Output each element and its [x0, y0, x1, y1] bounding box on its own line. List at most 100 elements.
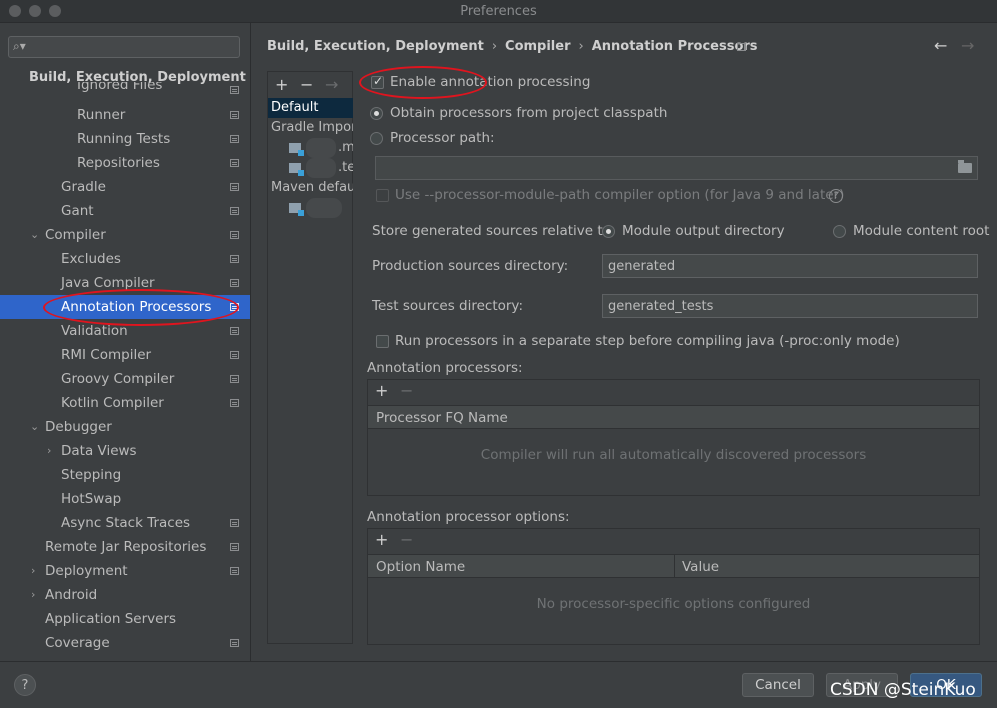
- sidebar-item-compiler[interactable]: ⌄ Compiler: [0, 223, 250, 247]
- obtain-from-classpath-radio[interactable]: [370, 107, 383, 120]
- sidebar-item-validation[interactable]: Validation: [0, 319, 250, 343]
- profile-label: Maven defaul: [271, 180, 353, 195]
- add-option-button[interactable]: +: [375, 530, 388, 549]
- remove-processor-button[interactable]: −: [400, 381, 413, 400]
- processor-path-input[interactable]: [381, 160, 970, 176]
- sidebar-item-label: Compiler: [45, 227, 106, 243]
- sidebar-item-coverage[interactable]: Coverage: [0, 631, 250, 655]
- production-sources-label: Production sources directory:: [372, 258, 569, 274]
- sidebar-item-android[interactable]: › Android: [0, 583, 250, 607]
- sidebar-item-label: Remote Jar Repositories: [45, 539, 207, 555]
- sidebar-item-deployment[interactable]: › Deployment: [0, 559, 250, 583]
- option-name-column[interactable]: Option Name: [376, 555, 465, 579]
- sidebar-item-rmi-compiler[interactable]: RMI Compiler: [0, 343, 250, 367]
- breadcrumb-item[interactable]: Build, Execution, Deployment: [267, 39, 484, 54]
- move-profile-button[interactable]: →: [325, 75, 338, 94]
- processor-path-label: Processor path:: [390, 130, 495, 146]
- column-divider[interactable]: [674, 555, 675, 577]
- folder-icon[interactable]: [958, 160, 972, 173]
- sidebar-item-label: HotSwap: [61, 491, 122, 507]
- add-profile-button[interactable]: +: [275, 75, 288, 94]
- sidebar-item-groovy-compiler[interactable]: Groovy Compiler: [0, 367, 250, 391]
- forward-arrow-icon[interactable]: →: [961, 36, 974, 55]
- production-sources-field[interactable]: [602, 254, 978, 278]
- sidebar-item-label: Application Servers: [45, 611, 177, 627]
- annotation-processors-table: [367, 379, 980, 496]
- sidebar-item-label: Excludes: [61, 251, 121, 267]
- sidebar-item-java-compiler[interactable]: Java Compiler: [0, 271, 250, 295]
- sidebar-item-repositories[interactable]: Repositories: [0, 151, 250, 175]
- project-scope-icon: [737, 43, 746, 51]
- sidebar-item-label: Java Compiler: [61, 275, 155, 291]
- sidebar-item-data-views[interactable]: › Data Views: [0, 439, 250, 463]
- profile-module-item[interactable]: .te: [268, 158, 353, 178]
- sidebar-item-runner[interactable]: Runner: [0, 103, 250, 127]
- processors-empty-text: Compiler will run all automatically disc…: [480, 447, 867, 463]
- cancel-button[interactable]: Cancel: [742, 673, 814, 697]
- add-processor-button[interactable]: +: [375, 381, 388, 400]
- settings-search-input[interactable]: [31, 39, 235, 57]
- project-scope-icon: [230, 255, 239, 263]
- project-scope-icon: [230, 567, 239, 575]
- value-column[interactable]: Value: [682, 555, 719, 579]
- sidebar-item-label: Debugger: [45, 419, 112, 435]
- test-sources-input[interactable]: [608, 298, 970, 314]
- module-output-directory-label: Module output directory: [622, 223, 785, 239]
- sidebar-item-label: Stepping: [61, 467, 122, 483]
- chevron-right-icon[interactable]: ›: [47, 439, 51, 463]
- use-module-path-checkbox[interactable]: [376, 189, 389, 202]
- chevron-down-icon[interactable]: ⌄: [30, 415, 39, 439]
- processor-path-radio[interactable]: [370, 132, 383, 145]
- sidebar-item-application-servers[interactable]: Application Servers: [0, 607, 250, 631]
- back-arrow-icon[interactable]: ←: [934, 36, 947, 55]
- sidebar-item-hotswap[interactable]: HotSwap: [0, 487, 250, 511]
- project-scope-icon: [230, 135, 239, 143]
- watermark: CSDN @SteinKuo: [830, 680, 976, 700]
- chevron-right-icon[interactable]: ›: [31, 583, 35, 607]
- module-icon: [289, 203, 304, 216]
- sidebar-item-kotlin-compiler[interactable]: Kotlin Compiler: [0, 391, 250, 415]
- sidebar-item-gradle[interactable]: Gradle: [0, 175, 250, 199]
- sidebar-item-label: Runner: [77, 107, 126, 123]
- profile-module-item[interactable]: [268, 198, 353, 220]
- sidebar-item-debugger[interactable]: ⌄ Debugger: [0, 415, 250, 439]
- sidebar-item-gant[interactable]: Gant: [0, 199, 250, 223]
- production-sources-input[interactable]: [608, 258, 970, 274]
- chevron-down-icon[interactable]: ⌄: [30, 223, 39, 247]
- sidebar-item-stepping[interactable]: Stepping: [0, 463, 250, 487]
- profile-module-item[interactable]: .m: [268, 138, 353, 158]
- run-separate-step-checkbox[interactable]: [376, 335, 389, 348]
- sidebar-item-annotation-processors[interactable]: Annotation Processors: [0, 295, 250, 319]
- profile-item-default[interactable]: Default: [268, 98, 353, 118]
- sidebar-item-label: Android: [45, 587, 98, 603]
- help-button[interactable]: ?: [14, 674, 36, 696]
- project-scope-icon: [230, 375, 239, 383]
- profile-item-gradle-imported[interactable]: Gradle Impor: [268, 118, 353, 138]
- enable-annotation-processing-checkbox[interactable]: [371, 74, 384, 89]
- project-scope-icon: [230, 639, 239, 647]
- sidebar-item-async-stack-traces[interactable]: Async Stack Traces: [0, 511, 250, 535]
- processor-path-field[interactable]: [375, 156, 978, 180]
- sidebar-item-ignored-files[interactable]: Ignored Files: [0, 82, 250, 100]
- remove-profile-button[interactable]: −: [300, 75, 313, 94]
- project-scope-icon: [230, 231, 239, 239]
- sidebar-item-excludes[interactable]: Excludes: [0, 247, 250, 271]
- test-sources-field[interactable]: [602, 294, 978, 318]
- chevron-right-icon[interactable]: ›: [31, 559, 35, 583]
- processor-fq-name-column[interactable]: Processor FQ Name: [368, 405, 979, 429]
- sidebar-item-label: Deployment: [45, 563, 128, 579]
- breadcrumb-item[interactable]: Compiler: [505, 39, 570, 54]
- remove-option-button[interactable]: −: [400, 530, 413, 549]
- settings-search-box[interactable]: ⌕▾: [8, 36, 240, 58]
- help-icon[interactable]: ?: [829, 189, 843, 203]
- sidebar-item-running-tests[interactable]: Running Tests: [0, 127, 250, 151]
- sidebar-item-label: Coverage: [45, 635, 110, 651]
- profile-item-maven-default[interactable]: Maven defaul: [268, 178, 353, 198]
- module-content-root-radio[interactable]: [833, 225, 846, 238]
- sidebar-item-remote-jar-repositories[interactable]: Remote Jar Repositories: [0, 535, 250, 559]
- project-scope-icon: [230, 207, 239, 215]
- module-output-directory-radio[interactable]: [602, 225, 615, 238]
- sidebar-item-label: Groovy Compiler: [61, 371, 175, 387]
- processor-options-table: [367, 528, 980, 645]
- breadcrumb: Build, Execution, Deployment › Compiler › An…: [267, 39, 758, 54]
